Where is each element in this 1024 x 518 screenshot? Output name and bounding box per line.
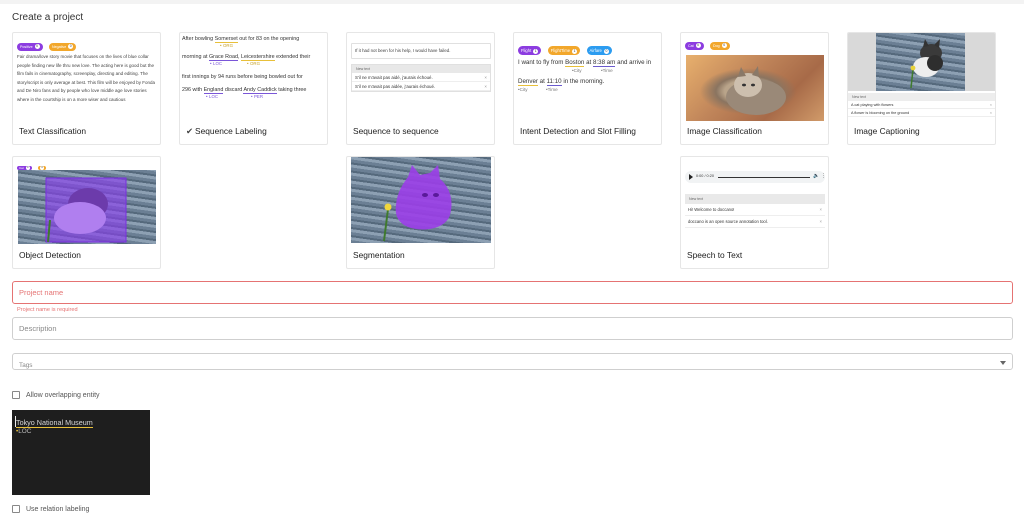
card-sequence-to-sequence[interactable]: If it had not been for his help, I would… [346, 32, 495, 145]
cat-photo [686, 55, 824, 121]
allow-overlapping-checkbox[interactable] [12, 391, 20, 399]
detection-photo [18, 170, 156, 244]
card-label: Sequence to sequence [353, 126, 439, 136]
use-relation-row[interactable]: Use relation labeling [12, 505, 89, 513]
card-object-detection[interactable]: Cat 0 0 Object Detection [12, 156, 161, 269]
card-text-classification[interactable]: Positive 0 Negative 0 Fair drama/love stor… [12, 32, 161, 145]
description-field[interactable] [12, 317, 1013, 340]
segmentation-preview [351, 157, 491, 245]
segmentation-photo [351, 157, 491, 243]
tags-select[interactable] [12, 353, 1013, 373]
chevron-down-icon[interactable] [1000, 361, 1006, 365]
sequence-labeling-preview: After bowling Somerset out for 83 on the… [182, 36, 311, 99]
check-icon: ✔ [186, 126, 194, 136]
project-name-field[interactable] [12, 281, 1013, 304]
card-label: Image Captioning [854, 126, 920, 136]
card-label: Object Detection [19, 250, 81, 260]
volume-icon: 🔈 [813, 173, 820, 179]
tags-input[interactable] [13, 358, 1012, 373]
description-input[interactable] [13, 318, 1012, 339]
project-name-error: Project name is required [17, 307, 78, 313]
play-icon [689, 174, 693, 180]
review-text: Fair drama/love story movie that focuses… [17, 54, 155, 102]
seq2seq-preview: If it had not been for his help, I would… [351, 43, 491, 129]
image-classification-preview: Cat 0 Dog 0 [685, 35, 825, 121]
card-sequence-labeling[interactable]: After bowling Somerset out for 83 on the… [179, 32, 328, 145]
card-label: Segmentation [353, 250, 405, 260]
captioning-photo [848, 33, 995, 91]
intent-preview: Flight 1 FlightTime 1 Airfare 0 I want to f… [518, 46, 652, 92]
example-text: Tokyo National Museum [16, 418, 93, 428]
card-segmentation[interactable]: Segmentation [346, 156, 495, 269]
card-label: Intent Detection and Slot Filling [520, 126, 636, 136]
project-name-input[interactable] [13, 282, 1012, 303]
use-relation-checkbox[interactable] [12, 505, 20, 513]
card-speech-to-text[interactable]: 0:00 / 0:20 🔈 ⋮ New text Hi! Welcome to … [680, 156, 829, 269]
audio-player: 0:00 / 0:20 🔈 ⋮ [685, 171, 825, 183]
card-label: ✔ Sequence Labeling [186, 126, 267, 136]
chip-negative: Negative 0 [49, 42, 77, 51]
overlap-example-preview: Tokyo National Museum •LOC [12, 410, 150, 495]
allow-overlapping-row[interactable]: Allow overlapping entity [12, 391, 100, 399]
speech-preview: 0:00 / 0:20 🔈 ⋮ New text Hi! Welcome to … [685, 171, 825, 257]
card-image-classification[interactable]: Cat 0 Dog 0 Image Classification [680, 32, 829, 145]
image-captioning-preview: New text A cat playing with flowers × A f… [848, 33, 995, 119]
card-intent-detection[interactable]: Flight 1 FlightTime 1 Airfare 0 I want to f… [513, 32, 662, 145]
example-tag: •LOC [16, 428, 32, 435]
card-label: Text Classification [19, 126, 87, 136]
page-title: Create a project [12, 12, 84, 23]
card-image-captioning[interactable]: New text A cat playing with flowers × A f… [847, 32, 996, 145]
card-label: Image Classification [687, 126, 762, 136]
card-label: Speech to Text [687, 250, 743, 260]
allow-overlapping-label: Allow overlapping entity [26, 391, 100, 399]
text-classification-preview: Positive 0 Negative 0 Fair drama/love stor… [17, 35, 157, 121]
use-relation-label: Use relation labeling [26, 505, 90, 513]
more-icon: ⋮ [821, 173, 825, 179]
object-detection-preview: Cat 0 0 [17, 159, 157, 245]
chip-positive: Positive 0 [17, 42, 43, 51]
top-divider [0, 0, 1024, 4]
